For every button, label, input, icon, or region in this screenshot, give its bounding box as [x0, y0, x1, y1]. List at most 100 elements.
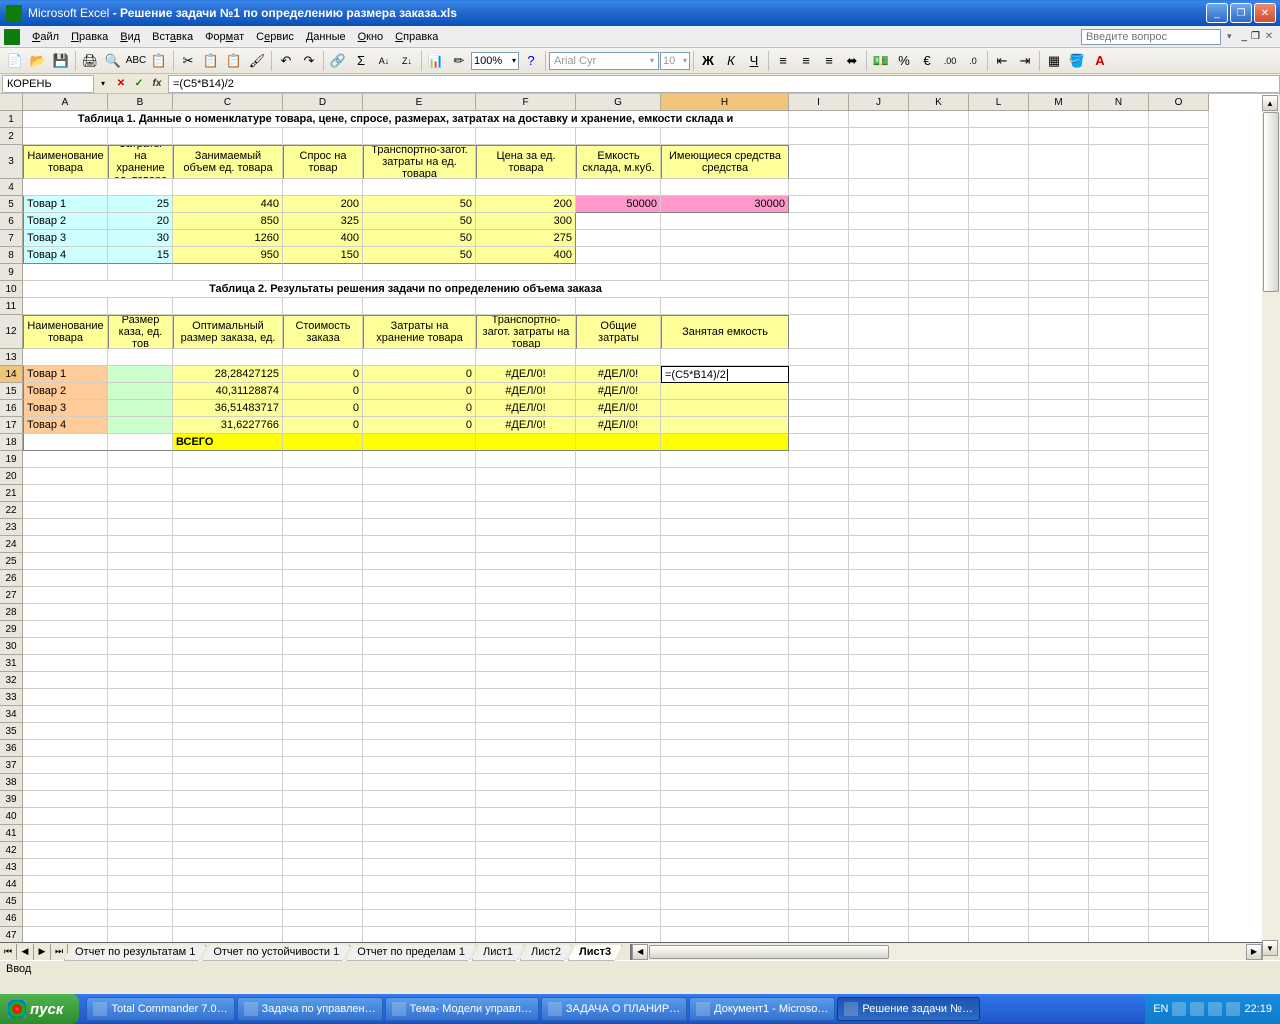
cell[interactable]: [476, 519, 576, 536]
fontsize-select[interactable]: 10▾: [660, 52, 690, 70]
cell[interactable]: [909, 281, 969, 298]
cell[interactable]: [1029, 298, 1089, 315]
indent-dec-button[interactable]: ⇤: [991, 50, 1013, 72]
cell[interactable]: [283, 536, 363, 553]
tab-last-button[interactable]: ⏭: [51, 944, 68, 960]
cell[interactable]: [23, 825, 108, 842]
cell[interactable]: 28,28427125: [173, 366, 283, 383]
cell[interactable]: [789, 876, 849, 893]
cell[interactable]: [576, 213, 661, 230]
cell[interactable]: [969, 859, 1029, 876]
cell[interactable]: [849, 910, 909, 927]
cell[interactable]: [283, 842, 363, 859]
help-search-input[interactable]: [1081, 29, 1221, 45]
drawing-button[interactable]: ✏: [448, 50, 470, 72]
row-header-7[interactable]: 7: [0, 230, 23, 247]
cell[interactable]: [23, 689, 108, 706]
indent-inc-button[interactable]: ⇥: [1014, 50, 1036, 72]
cell[interactable]: [173, 757, 283, 774]
cell[interactable]: [363, 672, 476, 689]
formula-cancel-button[interactable]: ✕: [114, 77, 128, 91]
cell[interactable]: 950: [173, 247, 283, 264]
cell[interactable]: [363, 502, 476, 519]
cell[interactable]: [849, 213, 909, 230]
cell[interactable]: [661, 536, 789, 553]
cell[interactable]: [909, 264, 969, 281]
cell[interactable]: [969, 502, 1029, 519]
cell[interactable]: [1089, 468, 1149, 485]
cell[interactable]: [23, 587, 108, 604]
cell[interactable]: [1149, 502, 1209, 519]
cell[interactable]: [849, 740, 909, 757]
formula-enter-button[interactable]: ✓: [132, 77, 146, 91]
cell[interactable]: [969, 927, 1029, 942]
cell[interactable]: [23, 723, 108, 740]
cell[interactable]: [661, 468, 789, 485]
cell[interactable]: [283, 927, 363, 942]
row-header-19[interactable]: 19: [0, 451, 23, 468]
cell[interactable]: [849, 859, 909, 876]
cell[interactable]: [661, 179, 789, 196]
col-header-J[interactable]: J: [849, 94, 909, 111]
cell[interactable]: [283, 587, 363, 604]
cell[interactable]: [363, 621, 476, 638]
cell[interactable]: [909, 808, 969, 825]
row-header-42[interactable]: 42: [0, 842, 23, 859]
cell[interactable]: [849, 264, 909, 281]
row-header-25[interactable]: 25: [0, 553, 23, 570]
cell[interactable]: [23, 842, 108, 859]
cell[interactable]: [969, 825, 1029, 842]
cell[interactable]: [363, 927, 476, 942]
cell[interactable]: [363, 876, 476, 893]
row-header-17[interactable]: 17: [0, 417, 23, 434]
cell[interactable]: [1029, 655, 1089, 672]
cell[interactable]: [969, 298, 1029, 315]
cell[interactable]: [789, 264, 849, 281]
cell[interactable]: Транспортно-загот. затраты на товар: [476, 315, 576, 349]
cell[interactable]: [969, 247, 1029, 264]
cell[interactable]: [1029, 604, 1089, 621]
cell[interactable]: ВСЕГО: [173, 434, 283, 451]
cell[interactable]: [363, 893, 476, 910]
cell[interactable]: [661, 757, 789, 774]
cell[interactable]: [1089, 791, 1149, 808]
cell[interactable]: [1149, 774, 1209, 791]
cell[interactable]: [363, 740, 476, 757]
cell[interactable]: [789, 893, 849, 910]
cell[interactable]: [476, 876, 576, 893]
tab-first-button[interactable]: ⏮: [0, 944, 17, 960]
cell[interactable]: [576, 808, 661, 825]
cell[interactable]: [108, 128, 173, 145]
cell[interactable]: [789, 621, 849, 638]
cell[interactable]: [576, 604, 661, 621]
cell[interactable]: [661, 400, 789, 417]
cell[interactable]: [909, 468, 969, 485]
cell[interactable]: [969, 842, 1029, 859]
row-header-24[interactable]: 24: [0, 536, 23, 553]
cell[interactable]: [849, 757, 909, 774]
cell[interactable]: [1089, 383, 1149, 400]
currency-button[interactable]: 💵: [870, 50, 892, 72]
cell[interactable]: [363, 485, 476, 502]
cell[interactable]: [1149, 264, 1209, 281]
cell[interactable]: [969, 774, 1029, 791]
scroll-right-button[interactable]: ▶: [1246, 944, 1262, 960]
cell[interactable]: [661, 570, 789, 587]
cell[interactable]: [1149, 791, 1209, 808]
cell[interactable]: [576, 230, 661, 247]
cell[interactable]: Товар 1: [23, 196, 108, 213]
cell[interactable]: [173, 842, 283, 859]
cell[interactable]: #ДЕЛ/0!: [576, 366, 661, 383]
cell[interactable]: 0: [363, 383, 476, 400]
cell[interactable]: [1149, 553, 1209, 570]
cell[interactable]: [1029, 417, 1089, 434]
cell[interactable]: [849, 383, 909, 400]
cell[interactable]: [1029, 111, 1089, 128]
cell[interactable]: [969, 791, 1029, 808]
cell[interactable]: [23, 638, 108, 655]
col-header-D[interactable]: D: [283, 94, 363, 111]
col-header-H[interactable]: H: [661, 94, 789, 111]
cell[interactable]: [1089, 774, 1149, 791]
cell[interactable]: [969, 315, 1029, 349]
row-header-6[interactable]: 6: [0, 213, 23, 230]
